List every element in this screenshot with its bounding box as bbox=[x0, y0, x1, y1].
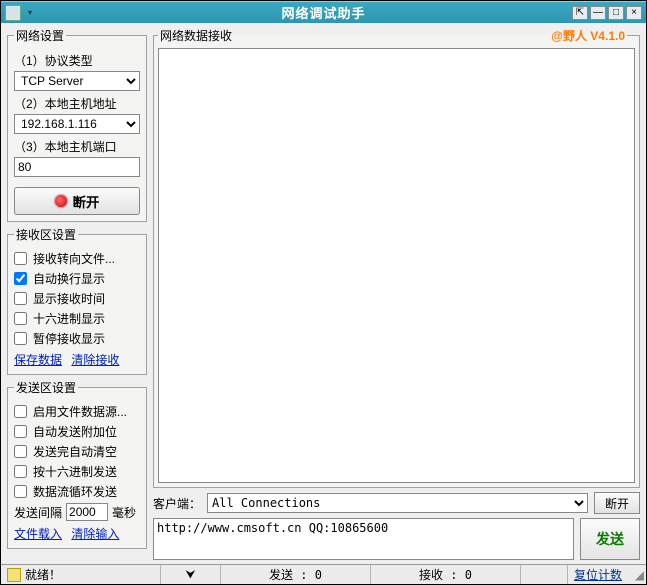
record-icon bbox=[55, 195, 67, 207]
network-settings-legend: 网络设置 bbox=[14, 27, 66, 44]
auto-wrap-checkbox[interactable] bbox=[14, 272, 27, 285]
send-textarea[interactable]: http://www.cmsoft.cn QQ:10865600 bbox=[153, 518, 574, 560]
loop-send-checkbox[interactable] bbox=[14, 485, 27, 498]
auto-append-label: 自动发送附加位 bbox=[33, 423, 117, 440]
nav-down-icon[interactable]: ⮟ bbox=[185, 567, 195, 582]
loop-send-label: 数据流循环发送 bbox=[33, 483, 117, 500]
interval-label-post: 毫秒 bbox=[112, 504, 136, 521]
client-select[interactable]: All Connections bbox=[207, 493, 588, 513]
receive-area-group: 网络数据接收 @野人 V4.1.0 bbox=[153, 27, 640, 488]
version-label: @野人 V4.1.0 bbox=[551, 27, 625, 44]
interval-input[interactable] bbox=[66, 503, 108, 521]
recv-to-file-label: 接收转向文件... bbox=[33, 250, 115, 267]
send-button[interactable]: 发送 bbox=[580, 518, 640, 560]
file-source-label: 启用文件数据源... bbox=[33, 403, 127, 420]
receive-textarea[interactable] bbox=[158, 48, 635, 483]
load-file-link[interactable]: 文件载入 bbox=[14, 527, 62, 541]
hex-display-label: 十六进制显示 bbox=[33, 310, 105, 327]
recv-to-file-checkbox[interactable] bbox=[14, 252, 27, 265]
pause-recv-label: 暂停接收显示 bbox=[33, 330, 105, 347]
host-label: （2）本地主机地址 bbox=[14, 95, 140, 112]
send-settings-legend: 发送区设置 bbox=[14, 379, 78, 396]
disconnect-button[interactable]: 断开 bbox=[14, 187, 140, 215]
receive-settings-legend: 接收区设置 bbox=[14, 226, 78, 243]
protocol-select[interactable]: TCP Server bbox=[14, 71, 140, 91]
interval-label-pre: 发送间隔 bbox=[14, 504, 62, 521]
reset-counter-button[interactable]: 复位计数 bbox=[567, 565, 628, 584]
status-ready: 就绪！ bbox=[25, 566, 61, 583]
show-time-label: 显示接收时间 bbox=[33, 290, 105, 307]
status-bar: 就绪！ ⮟ 发送 : 0 接收 : 0 复位计数 ◢ bbox=[1, 564, 646, 584]
pause-recv-checkbox[interactable] bbox=[14, 332, 27, 345]
clear-recv-link[interactable]: 清除接收 bbox=[71, 353, 119, 367]
show-time-checkbox[interactable] bbox=[14, 292, 27, 305]
status-icon bbox=[7, 568, 21, 582]
hex-display-checkbox[interactable] bbox=[14, 312, 27, 325]
status-recv-count: 接收 : 0 bbox=[419, 566, 472, 583]
title-bar: ▾ 网络调试助手 ⇱ — □ × bbox=[1, 1, 646, 23]
auto-clear-checkbox[interactable] bbox=[14, 445, 27, 458]
client-disconnect-button[interactable]: 断开 bbox=[594, 492, 640, 514]
port-label: （3）本地主机端口 bbox=[14, 138, 140, 155]
client-label: 客户端： bbox=[153, 495, 201, 512]
hex-send-checkbox[interactable] bbox=[14, 465, 27, 478]
network-settings-group: 网络设置 （1）协议类型 TCP Server （2）本地主机地址 192.16… bbox=[7, 27, 147, 222]
resize-grip[interactable]: ◢ bbox=[628, 566, 646, 584]
protocol-label: （1）协议类型 bbox=[14, 52, 140, 69]
disconnect-label: 断开 bbox=[73, 192, 100, 211]
auto-clear-label: 发送完自动清空 bbox=[33, 443, 117, 460]
send-settings-group: 发送区设置 启用文件数据源... 自动发送附加位 发送完自动清空 按十六进制发送… bbox=[7, 379, 147, 549]
host-select[interactable]: 192.168.1.116 bbox=[14, 114, 140, 134]
save-data-link[interactable]: 保存数据 bbox=[14, 353, 62, 367]
clear-input-link[interactable]: 清除输入 bbox=[71, 527, 119, 541]
window-title: 网络调试助手 bbox=[1, 3, 646, 22]
hex-send-label: 按十六进制发送 bbox=[33, 463, 117, 480]
file-source-checkbox[interactable] bbox=[14, 405, 27, 418]
receive-area-legend: 网络数据接收 bbox=[160, 27, 232, 44]
auto-wrap-label: 自动换行显示 bbox=[33, 270, 105, 287]
port-input[interactable] bbox=[14, 157, 140, 177]
status-send-count: 发送 : 0 bbox=[269, 566, 322, 583]
receive-settings-group: 接收区设置 接收转向文件... 自动换行显示 显示接收时间 十六进制显示 暂停接… bbox=[7, 226, 147, 375]
auto-append-checkbox[interactable] bbox=[14, 425, 27, 438]
